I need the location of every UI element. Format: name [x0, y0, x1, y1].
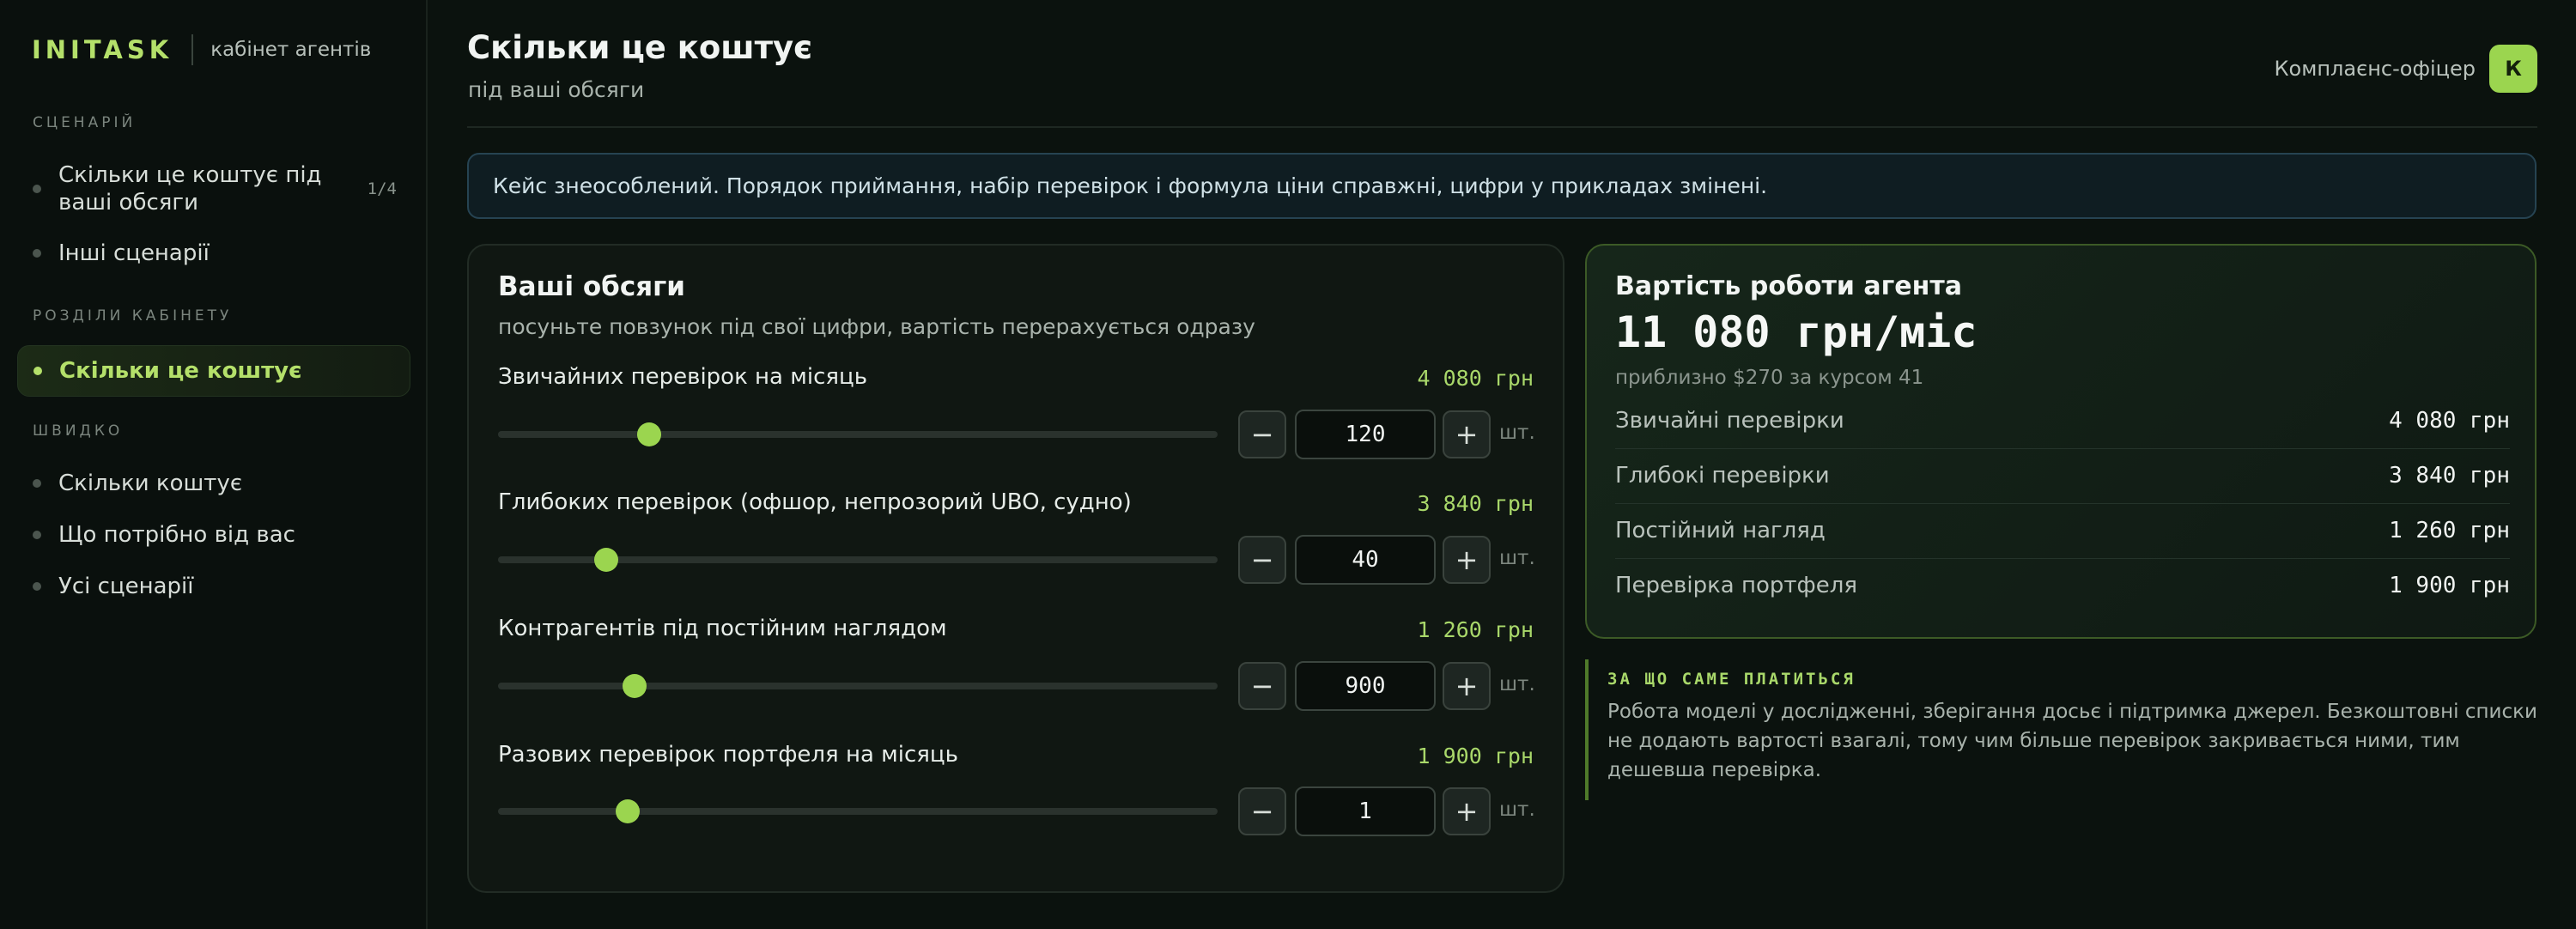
- sidebar-item-label: Що потрібно від вас: [58, 522, 295, 548]
- cost-row-label: Перевірка портфеля: [1615, 573, 1858, 598]
- avatar[interactable]: К: [2489, 45, 2537, 93]
- cost-row: Постійний нагляд 1 260 грн: [1615, 503, 2510, 559]
- cost-title: Вартість роботи агента: [1615, 271, 1962, 301]
- section-label-scenario: СЦЕНАРІЙ: [33, 114, 137, 131]
- monitoring-input[interactable]: 900: [1295, 661, 1436, 711]
- cost-row-value: 4 080 грн: [2389, 408, 2510, 434]
- page-title: Скільки це коштує: [467, 29, 813, 66]
- monitoring-increment-button[interactable]: +: [1443, 662, 1491, 710]
- portfolio-checks-price: 1 900 грн: [1417, 744, 1534, 768]
- scenario-counter: 1/4: [367, 179, 397, 198]
- cost-row-value: 3 840 грн: [2389, 463, 2510, 489]
- sidebar-item-requirements[interactable]: Що потрібно від вас: [17, 516, 410, 554]
- cost-row: Глибокі перевірки 3 840 грн: [1615, 448, 2510, 504]
- cost-row-label: Глибокі перевірки: [1615, 463, 1830, 489]
- brand-divider: [191, 34, 194, 65]
- cost-total: 11 080 грн/міс: [1615, 307, 1978, 357]
- slider-thumb[interactable]: [615, 799, 640, 823]
- user-menu[interactable]: Комплаєнс-офіцер К: [2274, 45, 2537, 93]
- portfolio-checks-increment-button[interactable]: +: [1443, 787, 1491, 835]
- deep-checks-unit: шт.: [1499, 547, 1535, 569]
- regular-checks-slider[interactable]: [498, 422, 1218, 446]
- cost-row-value: 1 260 грн: [2389, 518, 2510, 543]
- cost-row-label: Постійний нагляд: [1615, 518, 1826, 543]
- regular-checks-input[interactable]: 120: [1295, 410, 1436, 459]
- monitoring-decrement-button[interactable]: −: [1238, 662, 1286, 710]
- sidebar: INITASK кабінет агентів СЦЕНАРІЙ Скільки…: [0, 0, 428, 929]
- regular-checks-label: Звичайних перевірок на місяць: [498, 364, 868, 390]
- deep-checks-input[interactable]: 40: [1295, 535, 1436, 585]
- portfolio-checks-slider[interactable]: [498, 799, 1218, 823]
- volumes-title: Ваші обсяги: [498, 271, 686, 302]
- volumes-panel: Ваші обсяги посуньте повзунок під свої ц…: [467, 244, 1564, 893]
- section-label-quick: ШВИДКО: [33, 422, 124, 440]
- nav-dot-icon: [33, 185, 41, 193]
- sidebar-item-label: Скільки коштує: [58, 471, 243, 496]
- cost-approx: приблизно $270 за курсом 41: [1615, 367, 1924, 389]
- page-subtitle: під ваші обсяги: [468, 77, 645, 102]
- cost-row: Перевірка портфеля 1 900 грн: [1615, 558, 2510, 613]
- regular-checks-increment-button[interactable]: +: [1443, 410, 1491, 458]
- sidebar-item-label: Інші сценарії: [58, 240, 210, 266]
- portfolio-checks-label: Разових перевірок портфеля на місяць: [498, 742, 958, 768]
- nav-dot-icon: [33, 249, 41, 258]
- note-label: ЗА ЩО САМЕ ПЛАТИТЬСЯ: [1607, 670, 1856, 689]
- regular-checks-decrement-button[interactable]: −: [1238, 410, 1286, 458]
- sidebar-item-scenario-current[interactable]: Скільки це коштує під ваші обсяги 1/4: [17, 156, 410, 222]
- slider-thumb[interactable]: [623, 674, 647, 698]
- brand[interactable]: INITASK кабінет агентів: [32, 31, 371, 69]
- user-role: Комплаєнс-офіцер: [2274, 57, 2476, 81]
- deep-checks-increment-button[interactable]: +: [1443, 536, 1491, 584]
- sidebar-item-other-scenarios[interactable]: Інші сценарії: [17, 234, 410, 272]
- monitoring-unit: шт.: [1499, 673, 1535, 695]
- regular-checks-unit: шт.: [1499, 422, 1535, 444]
- slider-thumb[interactable]: [636, 422, 661, 446]
- nav-dot-icon: [33, 479, 41, 488]
- sidebar-item-label: Усі сценарії: [58, 574, 194, 599]
- sidebar-item-all-scenarios[interactable]: Усі сценарії: [17, 568, 410, 605]
- sidebar-item-pricing[interactable]: Скільки це коштує: [17, 345, 410, 397]
- sidebar-item-label: Скільки це коштує: [59, 358, 302, 384]
- sidebar-item-label: ваші обсяги: [58, 190, 198, 216]
- pricing-note: ЗА ЩО САМЕ ПЛАТИТЬСЯ Робота моделі у дос…: [1585, 659, 2537, 800]
- brand-logo: INITASK: [32, 35, 173, 64]
- slider-thumb[interactable]: [593, 548, 618, 572]
- nav-dot-icon: [33, 582, 41, 591]
- sidebar-item-label: Скільки це коштує під: [58, 162, 322, 188]
- volumes-subtitle: посуньте повзунок під свої цифри, вартіс…: [498, 314, 1255, 339]
- nav-dot-icon: [33, 367, 42, 375]
- portfolio-checks-unit: шт.: [1499, 798, 1535, 821]
- regular-checks-price: 4 080 грн: [1417, 366, 1534, 391]
- portfolio-checks-decrement-button[interactable]: −: [1238, 787, 1286, 835]
- monitoring-slider[interactable]: [498, 674, 1218, 698]
- portfolio-checks-input[interactable]: 1: [1295, 786, 1436, 836]
- cost-row-label: Звичайні перевірки: [1615, 408, 1844, 434]
- section-label-cabinet: РОЗДІЛИ КАБІНЕТУ: [33, 307, 233, 325]
- deep-checks-price: 3 840 грн: [1417, 491, 1534, 516]
- deep-checks-slider[interactable]: [498, 548, 1218, 572]
- monitoring-price: 1 260 грн: [1417, 617, 1534, 642]
- note-text: Робота моделі у дослідженні, зберігання …: [1607, 701, 2537, 781]
- cost-row: Звичайні перевірки 4 080 грн: [1615, 393, 2510, 449]
- sidebar-item-how-much[interactable]: Скільки коштує: [17, 464, 410, 502]
- cost-panel: Вартість роботи агента 11 080 грн/міс пр…: [1585, 244, 2537, 639]
- brand-subtitle: кабінет агентів: [210, 39, 372, 61]
- header-divider: [467, 126, 2537, 128]
- deep-checks-label: Глибоких перевірок (офшор, непрозорий UB…: [498, 489, 1132, 515]
- cost-row-value: 1 900 грн: [2389, 573, 2510, 598]
- nav-dot-icon: [33, 531, 41, 539]
- monitoring-label: Контрагентів під постійним наглядом: [498, 616, 947, 641]
- deep-checks-decrement-button[interactable]: −: [1238, 536, 1286, 584]
- info-notice: Кейс знеособлений. Порядок приймання, на…: [467, 153, 2537, 219]
